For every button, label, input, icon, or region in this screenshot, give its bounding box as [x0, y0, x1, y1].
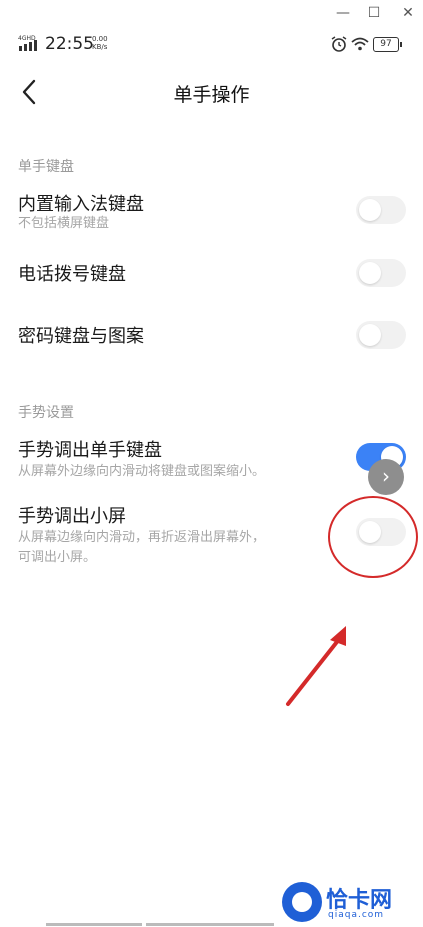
setting-title: 手势调出单手键盘: [18, 440, 162, 461]
setting-subtitle: 从屏幕边缘向内滑动，再折返滑出屏幕外，: [18, 530, 266, 545]
setting-title: 电话拨号键盘: [18, 264, 126, 285]
watermark: 恰卡网 qiaqa.com: [282, 880, 422, 924]
network-label: 4GHD: [18, 35, 36, 42]
setting-title: 手势调出小屏: [18, 506, 126, 527]
status-bar: 4GHD 22:55 0.00 KB/s 97: [0, 26, 423, 62]
annotation-arrow-icon: [286, 626, 346, 706]
setting-title: 密码键盘与图案: [18, 326, 144, 347]
section-label-gesture: 手势设置: [18, 405, 74, 421]
annotation-circle: [328, 496, 418, 578]
setting-title: 内置输入法键盘: [18, 194, 144, 215]
toggle-knob: [359, 199, 381, 221]
minimize-button[interactable]: —: [333, 3, 353, 23]
toggle-dialer-keyboard[interactable]: [356, 259, 406, 287]
speed-unit: KB/s: [92, 43, 108, 51]
page-title: 单手操作: [173, 84, 250, 106]
battery-indicator: 97: [373, 37, 402, 52]
section-label-keyboard: 单手键盘: [18, 159, 74, 175]
nav-bar-segment: [146, 923, 274, 926]
wifi-icon: [351, 37, 369, 51]
status-speed: 0.00 KB/s: [92, 35, 108, 51]
setting-row-builtin-keyboard[interactable]: 内置输入法键盘 不包括横屏键盘: [0, 186, 423, 238]
setting-row-gesture-keyboard[interactable]: 手势调出单手键盘 从屏幕外边缘向内滑动将键盘或图案缩小。: [0, 432, 423, 486]
floating-chevron-button[interactable]: ›: [368, 459, 404, 495]
setting-subtitle: 可调出小屏。: [18, 550, 97, 565]
maximize-button[interactable]: ☐: [364, 3, 384, 23]
watermark-subtext: qiaqa.com: [328, 910, 385, 920]
window-titlebar: — ☐ ✕: [0, 0, 423, 26]
status-time: 22:55: [45, 34, 94, 54]
watermark-logo-icon: [282, 882, 322, 922]
setting-subtitle: 从屏幕外边缘向内滑动将键盘或图案缩小。: [18, 464, 266, 479]
setting-subtitle: 不包括横屏键盘: [18, 216, 110, 231]
nav-bar-segment: [46, 923, 142, 926]
toggle-builtin-keyboard[interactable]: [356, 196, 406, 224]
signal-icon: 4GHD: [18, 35, 37, 51]
page-header: 单手操作: [0, 62, 423, 122]
toggle-knob: [359, 262, 381, 284]
toggle-password-keyboard[interactable]: [356, 321, 406, 349]
setting-row-dialer-keyboard[interactable]: 电话拨号键盘: [0, 256, 423, 296]
toggle-knob: [359, 324, 381, 346]
alarm-icon: [331, 36, 347, 52]
speed-value: 0.00: [92, 35, 108, 43]
close-button[interactable]: ✕: [398, 3, 418, 23]
setting-row-password-keyboard[interactable]: 密码键盘与图案: [0, 318, 423, 358]
